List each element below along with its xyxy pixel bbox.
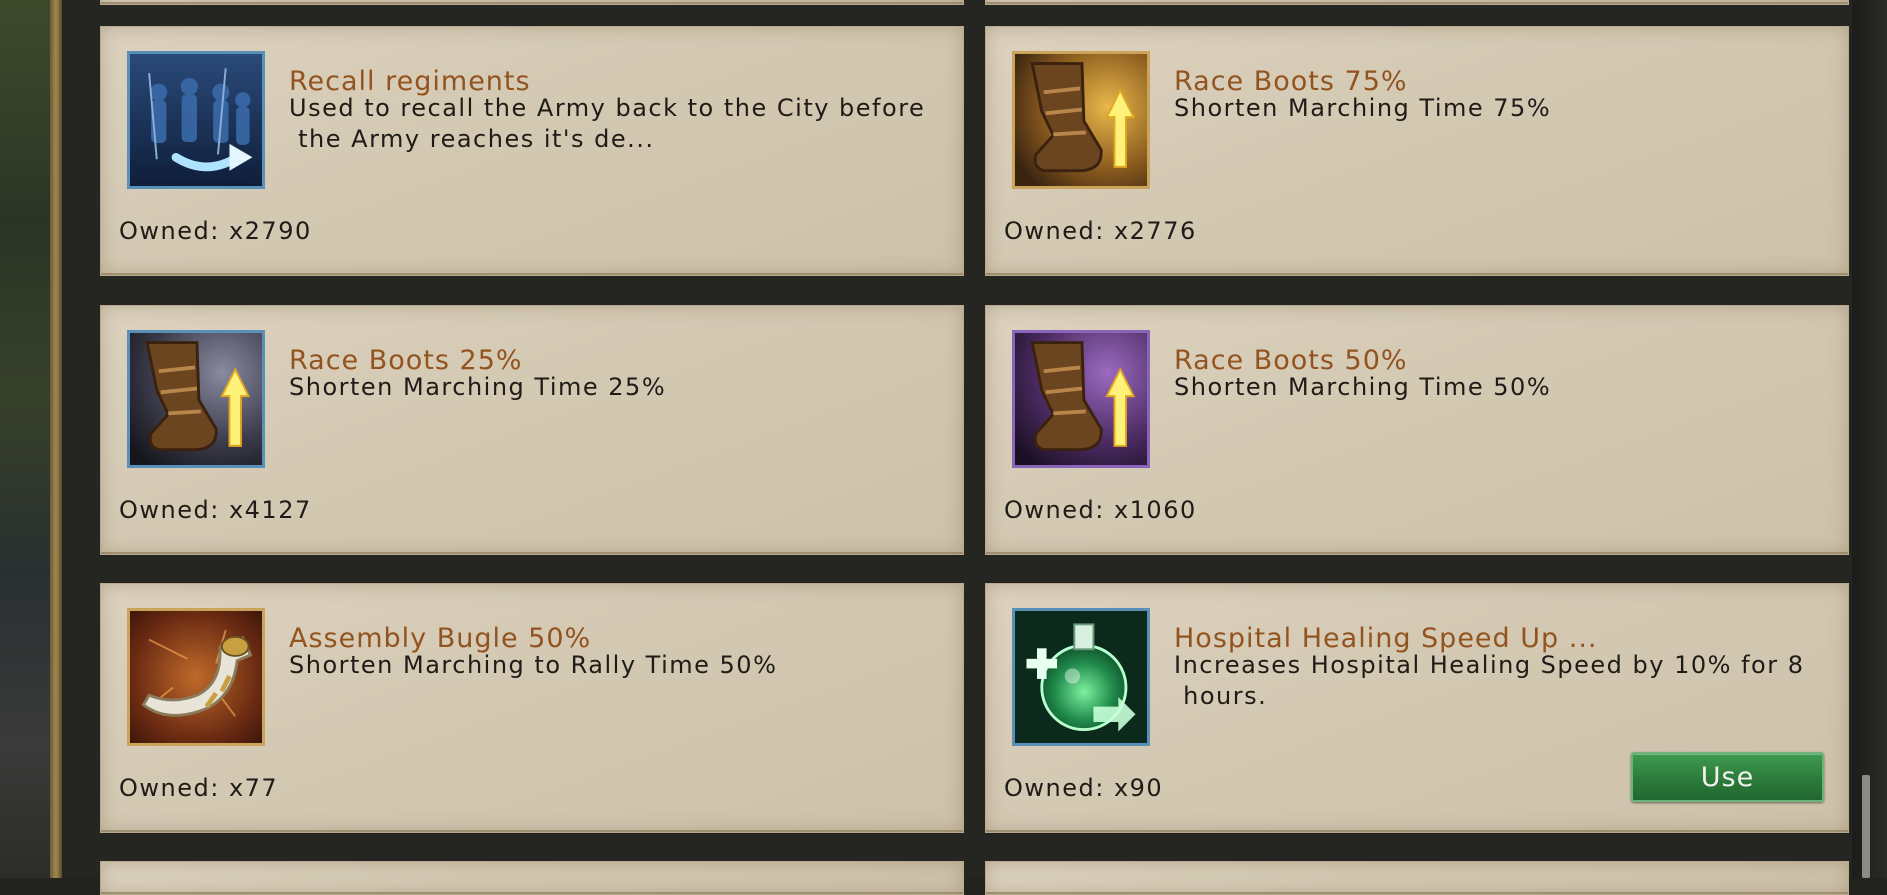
- item-card-recall-regiments[interactable]: Recall regiments Used to recall the Army…: [100, 26, 964, 276]
- item-card-partial: [100, 0, 964, 5]
- scrollbar-thumb[interactable]: [1862, 775, 1870, 878]
- item-description: Increases Hospital Healing Speed by 10% …: [1174, 651, 1805, 710]
- item-owned-count: Owned: x4127: [119, 496, 312, 524]
- item-card-hospital-healing[interactable]: Hospital Healing Speed Up ... Increases …: [985, 583, 1849, 833]
- horn-icon: [127, 608, 265, 746]
- item-card-race-boots-25[interactable]: Race Boots 25% Shorten Marching Time 25%…: [100, 305, 964, 555]
- item-owned-count: Owned: x77: [119, 774, 279, 802]
- use-button[interactable]: Use: [1631, 752, 1824, 802]
- item-description: Used to recall the Army back to the City…: [289, 94, 926, 153]
- scrollbar-track[interactable]: [1852, 0, 1887, 878]
- item-card-race-boots-50[interactable]: Race Boots 50% Shorten Marching Time 50%…: [985, 305, 1849, 555]
- map-background: [0, 0, 56, 878]
- item-description: Shorten Marching Time 75%: [1174, 94, 1552, 122]
- race-boots-icon: [127, 330, 265, 468]
- item-description: Shorten Marching to Rally Time 50%: [289, 651, 778, 679]
- item-card-partial: [985, 861, 1849, 895]
- race-boots-icon: [1012, 51, 1150, 189]
- item-card-race-boots-75[interactable]: Race Boots 75% Shorten Marching Time 75%…: [985, 26, 1849, 276]
- recall-regiments-icon: [127, 51, 265, 189]
- panel-left-border: [50, 0, 62, 878]
- item-card-partial: [985, 0, 1849, 5]
- item-card-assembly-bugle-50[interactable]: Assembly Bugle 50% Shorten Marching to R…: [100, 583, 964, 833]
- item-owned-count: Owned: x2790: [119, 217, 312, 245]
- item-description: Shorten Marching Time 50%: [1174, 373, 1552, 401]
- race-boots-icon: [1012, 330, 1150, 468]
- item-owned-count: Owned: x2776: [1004, 217, 1197, 245]
- item-owned-count: Owned: x1060: [1004, 496, 1197, 524]
- healing-potion-icon: [1012, 608, 1150, 746]
- item-description: Shorten Marching Time 25%: [289, 373, 667, 401]
- item-card-partial: [100, 861, 964, 895]
- item-owned-count: Owned: x90: [1004, 774, 1164, 802]
